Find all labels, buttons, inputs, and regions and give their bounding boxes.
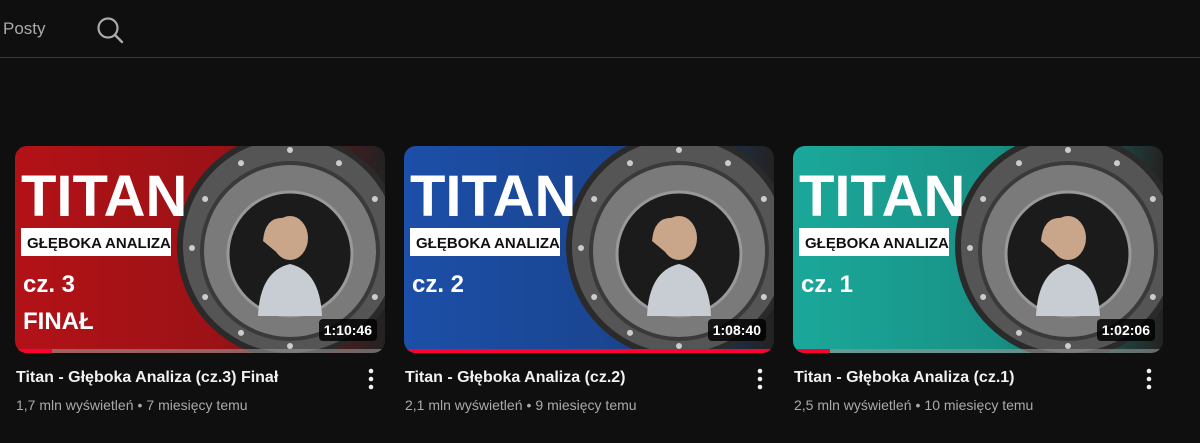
video-card[interactable]: TITAN GŁĘBOKA ANALIZA cz. 3 FINAŁ 1:10:46 T… <box>15 146 385 429</box>
video-thumbnail[interactable]: TITAN GŁĘBOKA ANALIZA cz. 3 FINAŁ 1:10:46 <box>15 146 385 353</box>
svg-text:cz. 3: cz. 3 <box>23 271 75 298</box>
svg-text:GŁĘBOKA ANALIZA: GŁĘBOKA ANALIZA <box>27 235 171 252</box>
video-stats: 1,7 mln wyświetleń • 7 miesięcy temu <box>16 397 248 413</box>
watch-progress-bar <box>15 349 385 353</box>
watch-progress-bar <box>404 349 774 353</box>
svg-text:cz. 2: cz. 2 <box>412 271 464 298</box>
more-options-icon[interactable] <box>748 365 772 393</box>
video-thumbnail[interactable]: TITAN GŁĘBOKA ANALIZA cz. 1 1:02:06 <box>793 146 1163 353</box>
watch-progress-fill <box>404 349 774 353</box>
separator-dot: • <box>526 397 532 413</box>
svg-text:cz. 1: cz. 1 <box>801 271 853 298</box>
video-stats: 2,5 mln wyświetleń • 10 miesięcy temu <box>794 397 1033 413</box>
separator-dot: • <box>915 397 921 413</box>
video-card[interactable]: TITAN GŁĘBOKA ANALIZA cz. 1 1:02:06 Titan … <box>793 146 1163 429</box>
svg-text:TITAN: TITAN <box>21 164 187 229</box>
svg-text:GŁĘBOKA ANALIZA: GŁĘBOKA ANALIZA <box>416 235 560 252</box>
video-title[interactable]: Titan - Głęboka Analiza (cz.2) <box>405 369 626 387</box>
svg-text:TITAN: TITAN <box>799 164 965 229</box>
view-count: 2,1 mln wyświetleń <box>405 397 523 413</box>
svg-text:FINAŁ: FINAŁ <box>23 308 94 335</box>
video-title[interactable]: Titan - Głęboka Analiza (cz.1) <box>794 369 1015 387</box>
watch-progress-fill <box>15 349 52 353</box>
upload-age: 9 miesięcy temu <box>535 397 637 413</box>
video-title[interactable]: Titan - Głęboka Analiza (cz.3) Finał <box>16 369 278 387</box>
video-card[interactable]: TITAN GŁĘBOKA ANALIZA cz. 2 1:08:40 Titan … <box>404 146 774 429</box>
more-options-icon[interactable] <box>359 365 383 393</box>
video-stats: 2,1 mln wyświetleń • 9 miesięcy temu <box>405 397 637 413</box>
channel-tab-bar: Posty <box>0 0 1200 58</box>
watch-progress-bar <box>793 349 1163 353</box>
watch-progress-fill <box>793 349 830 353</box>
duration-badge: 1:08:40 <box>707 319 766 341</box>
upload-age: 10 miesięcy temu <box>924 397 1034 413</box>
svg-text:TITAN: TITAN <box>410 164 576 229</box>
view-count: 2,5 mln wyświetleń <box>794 397 912 413</box>
duration-badge: 1:02:06 <box>1096 319 1155 341</box>
tab-posts[interactable]: Posty <box>3 19 46 39</box>
video-thumbnail[interactable]: TITAN GŁĘBOKA ANALIZA cz. 2 1:08:40 <box>404 146 774 353</box>
view-count: 1,7 mln wyświetleń <box>16 397 134 413</box>
more-options-icon[interactable] <box>1137 365 1161 393</box>
svg-text:GŁĘBOKA ANALIZA: GŁĘBOKA ANALIZA <box>805 235 949 252</box>
search-icon[interactable] <box>95 15 125 45</box>
upload-age: 7 miesięcy temu <box>146 397 248 413</box>
separator-dot: • <box>137 397 143 413</box>
duration-badge: 1:10:46 <box>318 319 377 341</box>
